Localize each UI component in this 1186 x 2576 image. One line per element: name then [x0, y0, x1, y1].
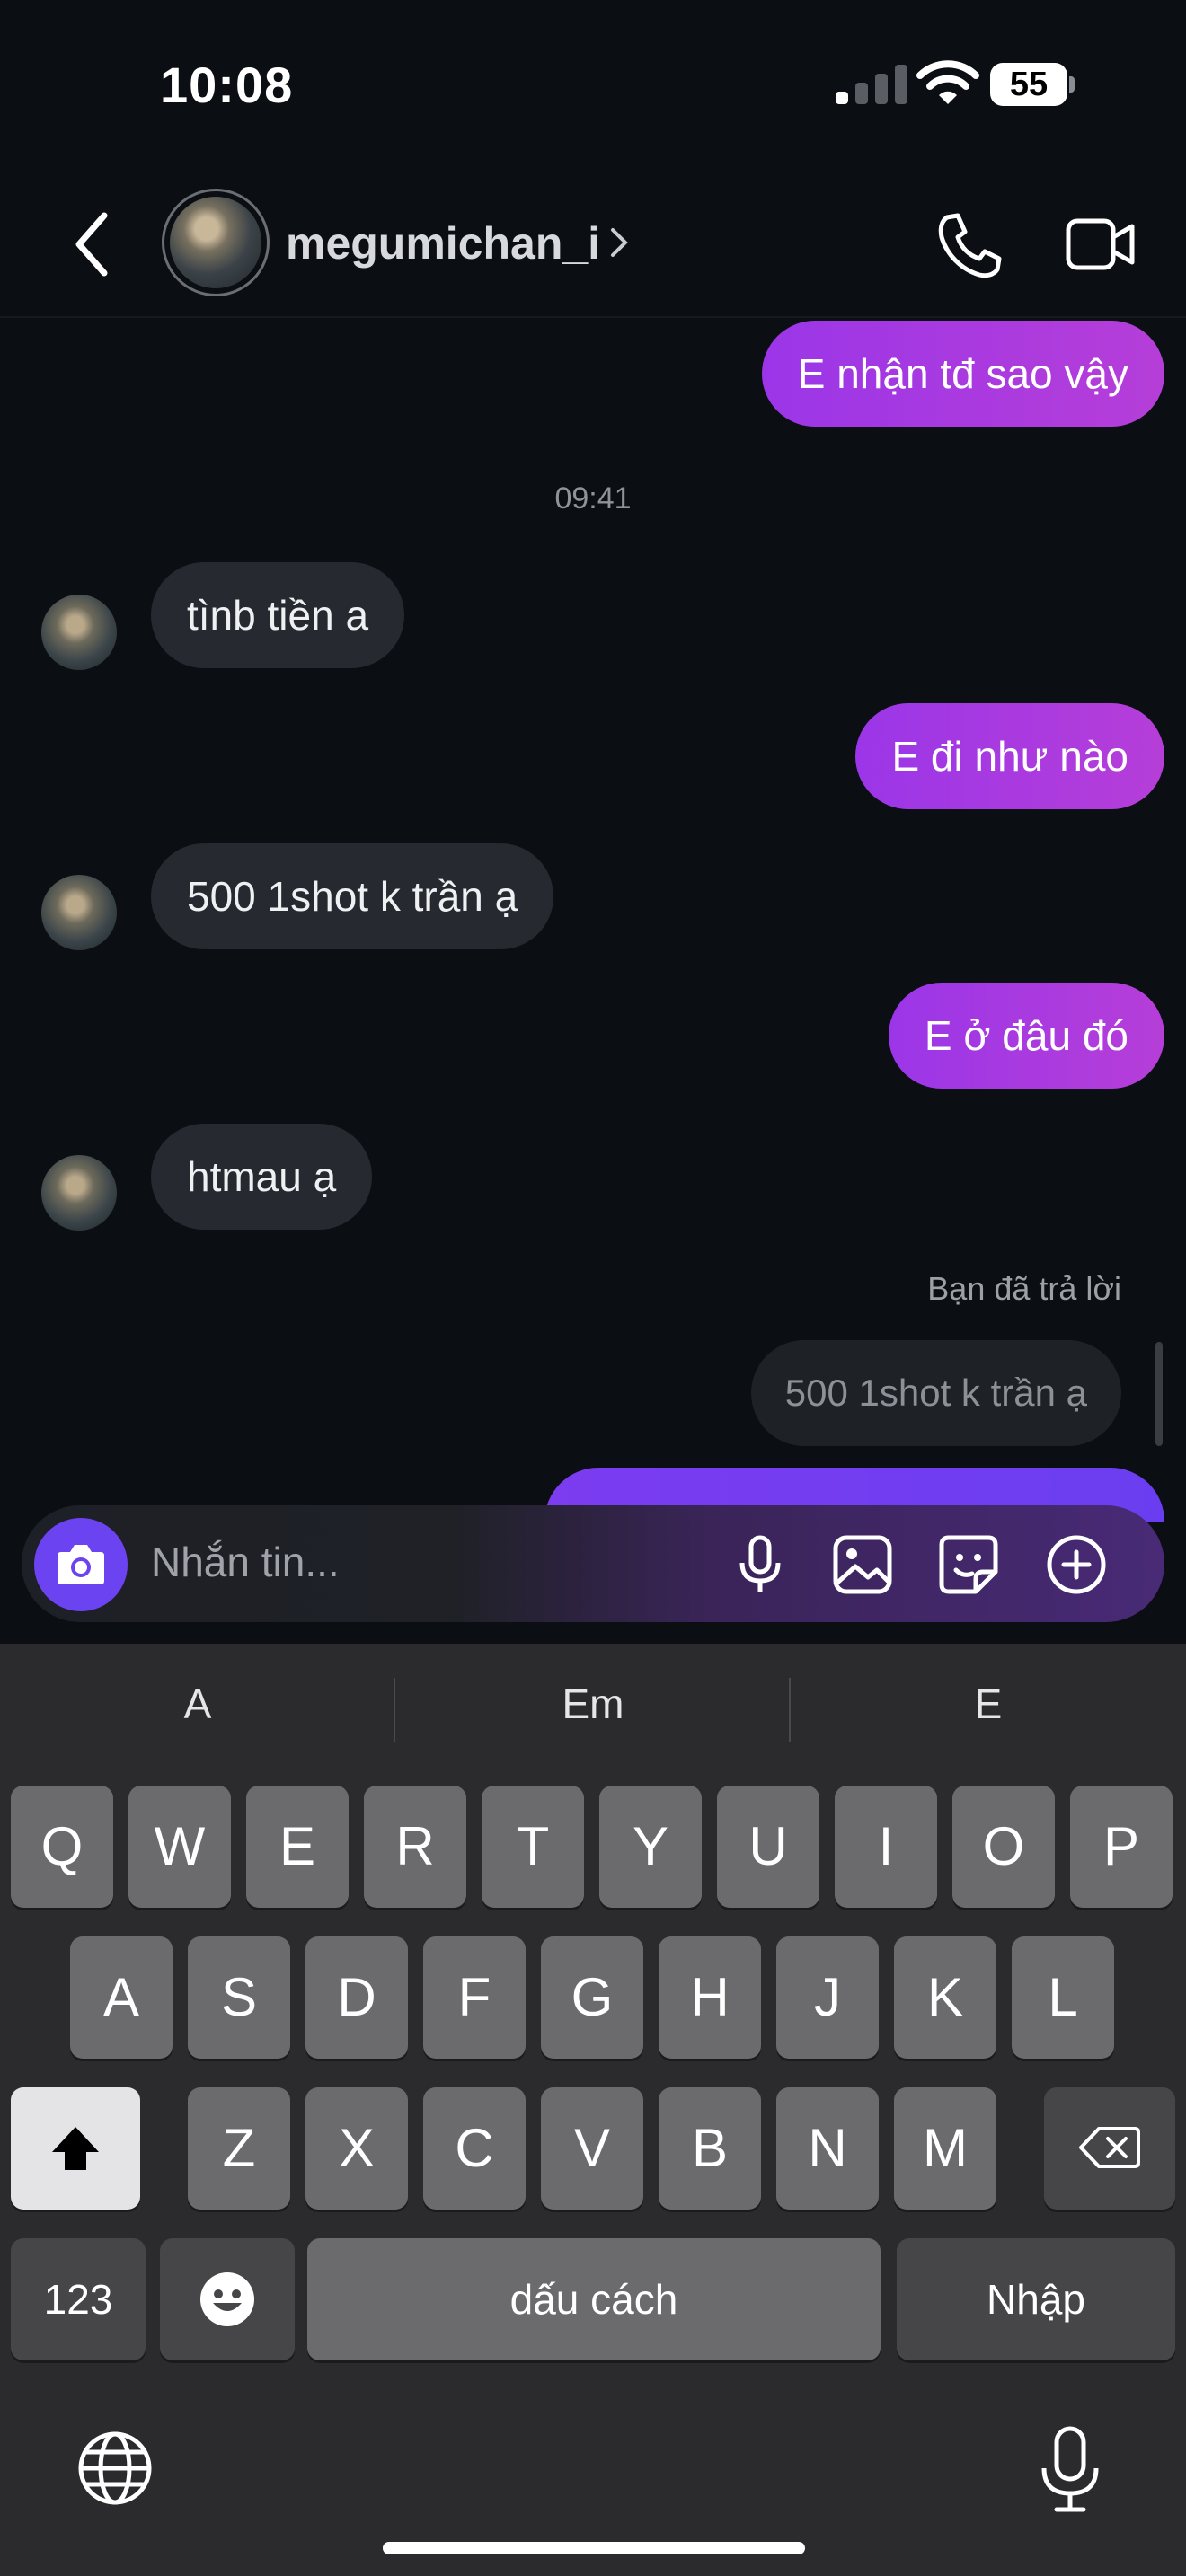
home-indicator: [383, 2542, 805, 2554]
backspace-key[interactable]: [1044, 2087, 1175, 2210]
key-s[interactable]: S: [188, 1936, 290, 2059]
message-outgoing[interactable]: E ở đâu đó: [888, 983, 1164, 1089]
key-z[interactable]: Z: [188, 2087, 290, 2210]
shift-key[interactable]: [11, 2087, 140, 2210]
key-r[interactable]: R: [364, 1786, 466, 1908]
add-icon[interactable]: [1044, 1532, 1109, 1597]
cellular-signal-icon: [836, 65, 922, 104]
message-outgoing[interactable]: E nhận tđ sao vậy: [761, 321, 1164, 427]
suggestion-2[interactable]: Em: [395, 1680, 791, 1728]
key-a[interactable]: A: [70, 1936, 173, 2059]
return-key[interactable]: Nhập: [897, 2238, 1175, 2360]
camera-button[interactable]: [34, 1518, 128, 1611]
message-timestamp: 09:41: [554, 481, 632, 516]
key-w[interactable]: W: [128, 1786, 231, 1908]
dictation-mic-icon[interactable]: [1035, 2425, 1105, 2515]
key-t[interactable]: T: [482, 1786, 584, 1908]
message-outgoing[interactable]: E đi như nào: [855, 703, 1164, 809]
key-j[interactable]: J: [776, 1936, 879, 2059]
globe-icon[interactable]: [75, 2429, 155, 2508]
reply-indicator: [1155, 1342, 1163, 1446]
chat-username[interactable]: megumichan_i: [286, 217, 600, 269]
key-m[interactable]: M: [894, 2087, 996, 2210]
key-k[interactable]: K: [894, 1936, 996, 2059]
battery-icon: 55: [990, 63, 1076, 108]
key-o[interactable]: O: [952, 1786, 1055, 1908]
key-x[interactable]: X: [305, 2087, 408, 2210]
key-d[interactable]: D: [305, 1936, 408, 2059]
backspace-icon: [1079, 2127, 1140, 2168]
chevron-right-icon[interactable]: [607, 223, 631, 262]
suggestion-3[interactable]: E: [791, 1680, 1186, 1728]
sticker-icon[interactable]: [936, 1532, 1001, 1597]
key-q[interactable]: Q: [11, 1786, 113, 1908]
key-y[interactable]: Y: [599, 1786, 702, 1908]
shift-icon: [52, 2127, 99, 2170]
key-n[interactable]: N: [776, 2087, 879, 2210]
profile-avatar[interactable]: [162, 189, 270, 296]
space-key[interactable]: dấu cách: [307, 2238, 881, 2360]
message-incoming[interactable]: 500 1shot k trần ạ: [151, 843, 554, 949]
camera-icon: [58, 1545, 104, 1584]
wifi-icon: [916, 59, 979, 106]
back-icon[interactable]: [70, 208, 115, 280]
key-l[interactable]: L: [1012, 1936, 1114, 2059]
message-input[interactable]: Nhắn tin...: [151, 1538, 340, 1586]
key-p[interactable]: P: [1070, 1786, 1173, 1908]
reply-quote[interactable]: 500 1shot k trần ạ: [750, 1340, 1121, 1446]
phone-call-icon[interactable]: [934, 210, 1005, 280]
emoji-key[interactable]: [160, 2238, 295, 2360]
key-u[interactable]: U: [717, 1786, 819, 1908]
key-g[interactable]: G: [541, 1936, 643, 2059]
reply-label: Bạn đã trả lời: [927, 1270, 1121, 1307]
key-f[interactable]: F: [423, 1936, 526, 2059]
battery-level: 55: [990, 63, 1067, 106]
key-b[interactable]: B: [659, 2087, 761, 2210]
video-call-icon[interactable]: [1066, 216, 1136, 273]
key-i[interactable]: I: [835, 1786, 937, 1908]
key-h[interactable]: H: [659, 1936, 761, 2059]
gallery-icon[interactable]: [830, 1532, 895, 1597]
sender-avatar[interactable]: [41, 1155, 117, 1231]
message-incoming[interactable]: htmau ạ: [151, 1124, 373, 1230]
suggestion-1[interactable]: A: [0, 1680, 395, 1728]
status-time: 10:08: [160, 57, 294, 113]
microphone-icon[interactable]: [728, 1532, 792, 1597]
key-c[interactable]: C: [423, 2087, 526, 2210]
key-v[interactable]: V: [541, 2087, 643, 2210]
key-e[interactable]: E: [246, 1786, 349, 1908]
sender-avatar[interactable]: [41, 595, 117, 670]
numbers-key[interactable]: 123: [11, 2238, 146, 2360]
sender-avatar[interactable]: [41, 875, 117, 950]
emoji-icon: [200, 2272, 254, 2326]
message-incoming[interactable]: tìnb tiền a: [151, 562, 405, 668]
